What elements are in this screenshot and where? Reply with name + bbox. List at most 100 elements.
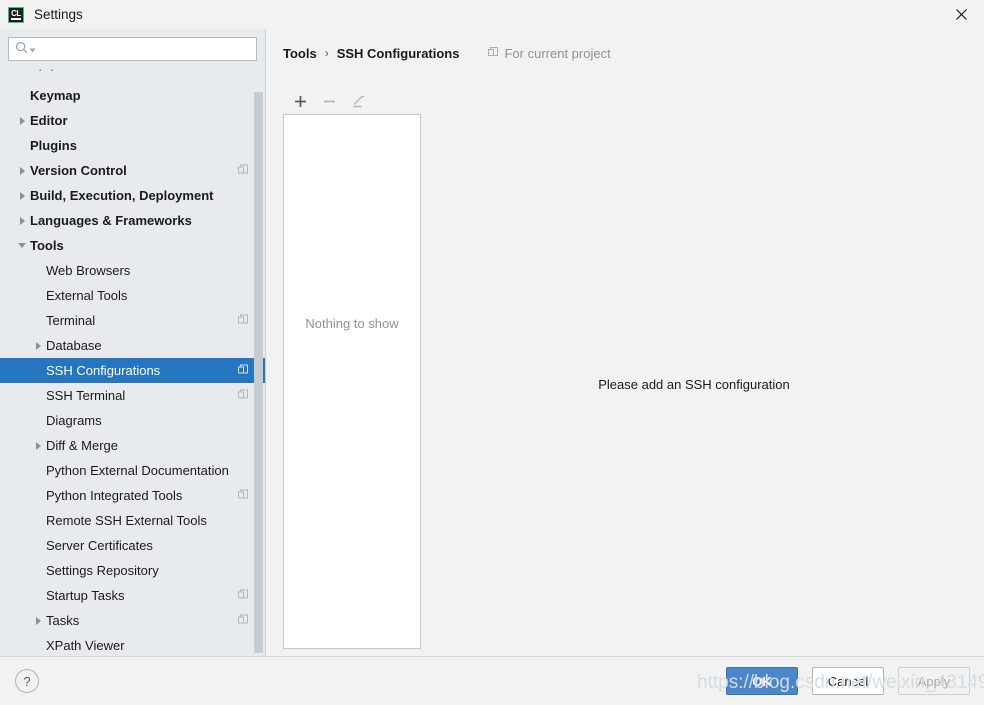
project-scope-icon xyxy=(237,363,249,378)
empty-list-label: Nothing to show xyxy=(305,316,399,331)
project-scope-icon xyxy=(237,613,249,628)
sidebar-item-label: XPath Viewer xyxy=(46,638,125,653)
sidebar-item-label: SSH Configurations xyxy=(46,363,161,378)
project-scope-icon xyxy=(237,588,249,603)
chevron-down-icon[interactable] xyxy=(14,243,30,248)
sidebar-item-label: Remote SSH External Tools xyxy=(46,513,207,528)
title-bar: CL Settings xyxy=(0,0,984,30)
search-input[interactable] xyxy=(39,41,250,57)
sidebar-scrollbar-thumb[interactable] xyxy=(254,92,263,653)
sidebar-item-ssh-terminal[interactable]: SSH Terminal xyxy=(0,383,265,408)
sidebar-item-startup-tasks[interactable]: Startup Tasks xyxy=(0,583,265,608)
chevron-right-icon[interactable] xyxy=(14,166,30,175)
sidebar-item-python-integrated-tools[interactable]: Python Integrated Tools xyxy=(0,483,265,508)
sidebar-item-label: External Tools xyxy=(46,288,128,303)
search-dropdown-icon[interactable] xyxy=(29,42,36,57)
sidebar-item-label: Languages & Frameworks xyxy=(30,213,192,228)
sidebar-item-label: Settings Repository xyxy=(46,563,159,578)
sidebar-item-build-execution-deployment[interactable]: Build, Execution, Deployment xyxy=(0,183,265,208)
sidebar-item-web-browsers[interactable]: Web Browsers xyxy=(0,258,265,283)
project-scope-icon xyxy=(237,163,249,178)
sidebar-item-label: Web Browsers xyxy=(46,263,131,278)
sidebar-item-tasks[interactable]: Tasks xyxy=(0,608,265,633)
sidebar-item-label: Python Integrated Tools xyxy=(46,488,183,503)
sidebar-item-label: Editor xyxy=(30,113,68,128)
sidebar-item-label: SSH Terminal xyxy=(46,388,126,403)
breadcrumb-current: SSH Configurations xyxy=(336,45,460,61)
sidebar-item-label: Server Certificates xyxy=(46,538,153,553)
edit-button[interactable] xyxy=(349,93,367,111)
apply-button[interactable]: Apply xyxy=(898,667,970,695)
tree-scrolled-marker: · · xyxy=(38,67,57,77)
scope-note: For current project xyxy=(487,45,611,61)
sidebar-item-terminal[interactable]: Terminal xyxy=(0,308,265,333)
sidebar-item-settings-repository[interactable]: Settings Repository xyxy=(0,558,265,583)
search-box[interactable] xyxy=(8,37,257,61)
add-button[interactable] xyxy=(291,93,309,111)
sidebar-item-languages-frameworks[interactable]: Languages & Frameworks xyxy=(0,208,265,233)
breadcrumb-separator-icon: › xyxy=(324,46,329,60)
chevron-right-icon[interactable] xyxy=(14,191,30,200)
search-icon xyxy=(15,41,29,58)
clion-icon: CL xyxy=(8,6,24,23)
sidebar-item-external-tools[interactable]: External Tools xyxy=(0,283,265,308)
ok-button[interactable]: OK xyxy=(726,667,798,695)
sidebar-item-label: Diff & Merge xyxy=(46,438,119,453)
breadcrumb: Tools › SSH Configurations For current p… xyxy=(266,29,984,63)
chevron-right-icon[interactable] xyxy=(30,341,46,350)
chevron-right-icon[interactable] xyxy=(14,116,30,125)
ssh-configurations-content: Nothing to show Please add an SSH config… xyxy=(283,89,967,649)
project-scope-icon xyxy=(487,46,499,61)
sidebar-item-xpath-viewer[interactable]: XPath Viewer xyxy=(0,633,265,657)
sidebar-item-label: Build, Execution, Deployment xyxy=(30,188,214,203)
search-area xyxy=(0,29,265,67)
chevron-right-icon[interactable] xyxy=(14,216,30,225)
sidebar-item-label: Diagrams xyxy=(46,413,102,428)
sidebar-item-diff-merge[interactable]: Diff & Merge xyxy=(0,433,265,458)
sidebar-item-diagrams[interactable]: Diagrams xyxy=(0,408,265,433)
cancel-button[interactable]: Cancel xyxy=(812,667,884,695)
sidebar-item-server-certificates[interactable]: Server Certificates xyxy=(0,533,265,558)
chevron-right-icon[interactable] xyxy=(30,441,46,450)
dialog-body: · · Keymap Editor Plugins Version Control Bu… xyxy=(0,29,984,657)
sidebar-item-version-control[interactable]: Version Control xyxy=(0,158,265,183)
settings-tree[interactable]: · · Keymap Editor Plugins Version Control Bu… xyxy=(0,67,265,657)
sidebar-item-python-external-documentation[interactable]: Python External Documentation xyxy=(0,458,265,483)
sidebar-item-editor[interactable]: Editor xyxy=(0,108,265,133)
sidebar-item-label: Tasks xyxy=(46,613,80,628)
sidebar-item-label: Python External Documentation xyxy=(46,463,229,478)
list-toolbar xyxy=(283,89,421,114)
sidebar-item-keymap[interactable]: Keymap xyxy=(0,83,265,108)
scope-note-label: For current project xyxy=(504,45,611,61)
sidebar-item-label: Terminal xyxy=(46,313,96,328)
detail-empty-message: Please add an SSH configuration xyxy=(598,377,790,392)
sidebar-item-label: Tools xyxy=(30,238,64,253)
sidebar-scrollbar[interactable] xyxy=(253,67,264,657)
settings-sidebar: · · Keymap Editor Plugins Version Control Bu… xyxy=(0,29,266,657)
sidebar-item-label: Keymap xyxy=(30,88,81,103)
window-title: Settings xyxy=(34,7,83,22)
sidebar-item-label: Startup Tasks xyxy=(46,588,125,603)
configurations-list[interactable]: Nothing to show xyxy=(283,114,421,649)
configurations-list-column: Nothing to show xyxy=(283,89,421,649)
sidebar-item-label: Version Control xyxy=(30,163,127,178)
close-icon[interactable] xyxy=(938,0,984,29)
project-scope-icon xyxy=(237,313,249,328)
sidebar-item-tools[interactable]: Tools xyxy=(0,233,265,258)
sidebar-item-database[interactable]: Database xyxy=(0,333,265,358)
configuration-detail: Please add an SSH configuration xyxy=(421,89,967,649)
project-scope-icon xyxy=(237,488,249,503)
chevron-right-icon[interactable] xyxy=(30,616,46,625)
sidebar-item-label: Plugins xyxy=(30,138,77,153)
settings-detail-pane: Tools › SSH Configurations For current p… xyxy=(266,29,984,657)
sidebar-item-plugins[interactable]: Plugins xyxy=(0,133,265,158)
sidebar-item-remote-ssh-external-tools[interactable]: Remote SSH External Tools xyxy=(0,508,265,533)
help-button[interactable]: ? xyxy=(15,669,39,693)
dialog-footer: ? OK Cancel Apply xyxy=(0,656,984,705)
remove-button[interactable] xyxy=(320,93,338,111)
project-scope-icon xyxy=(237,388,249,403)
tree-rows: Keymap Editor Plugins Version Control Build,… xyxy=(0,83,265,657)
sidebar-item-label: Database xyxy=(46,338,102,353)
breadcrumb-root[interactable]: Tools xyxy=(283,46,317,61)
sidebar-item-ssh-configurations[interactable]: SSH Configurations xyxy=(0,358,265,383)
